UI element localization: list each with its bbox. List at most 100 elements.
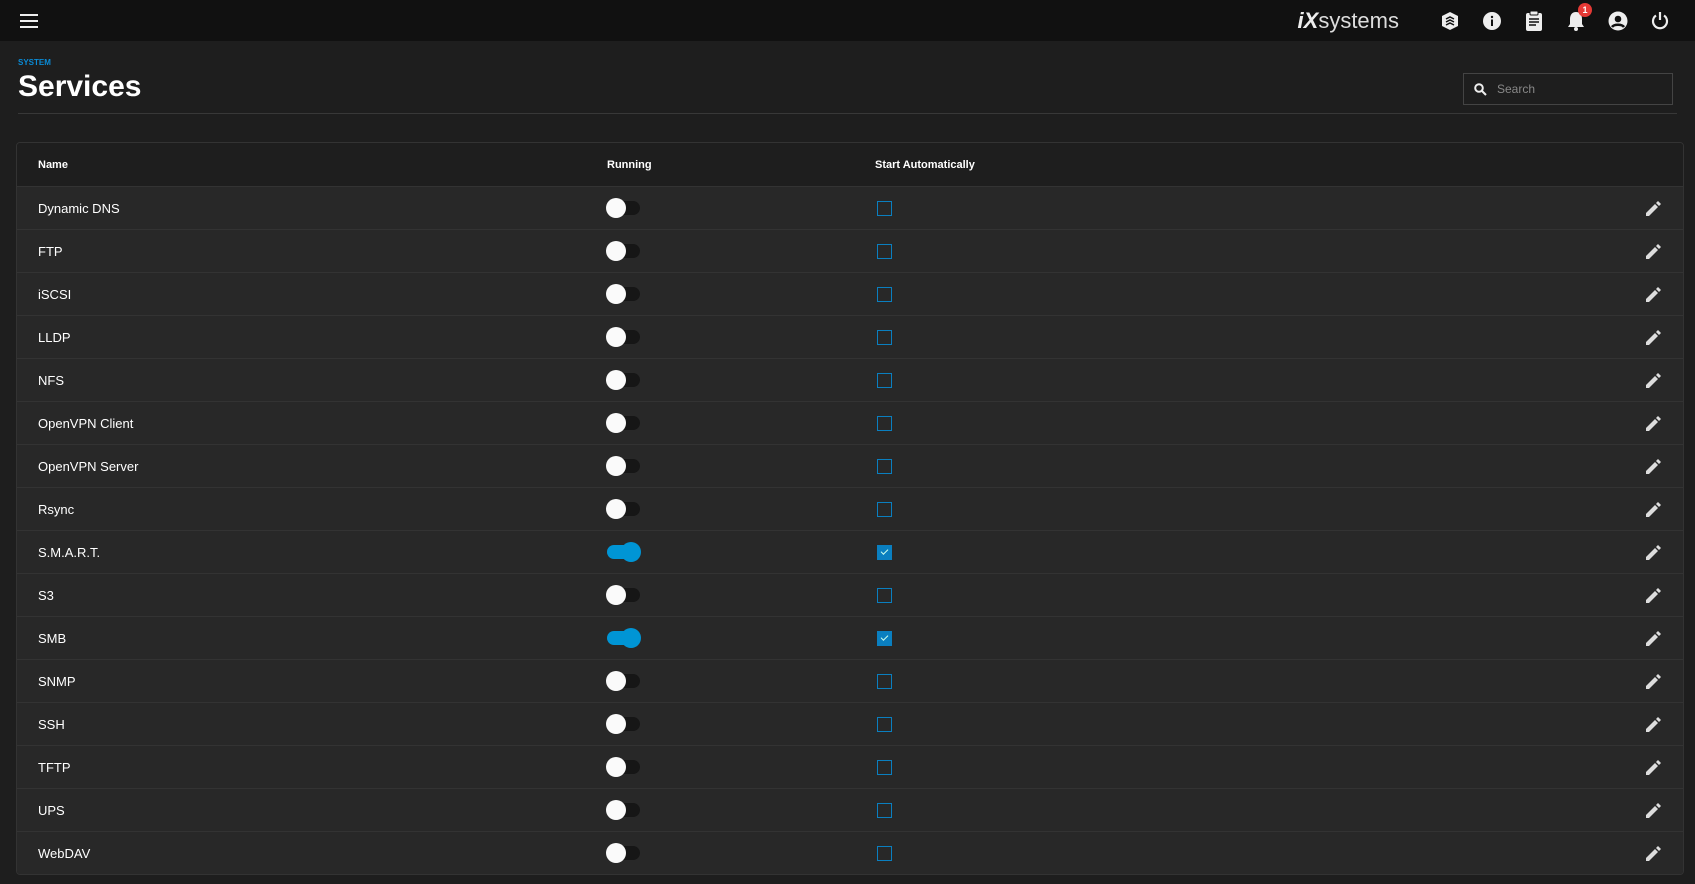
service-name: S3: [38, 587, 54, 603]
service-name: LLDP: [38, 329, 71, 345]
edit-button[interactable]: [1623, 587, 1683, 604]
start-automatically-checkbox[interactable]: [877, 415, 892, 431]
start-automatically-checkbox[interactable]: [877, 716, 892, 732]
start-automatically-checkbox[interactable]: [877, 630, 892, 646]
table-row: FTP: [17, 229, 1683, 272]
info-icon[interactable]: [1471, 0, 1513, 41]
edit-button[interactable]: [1623, 372, 1683, 389]
running-toggle[interactable]: [606, 198, 640, 218]
edit-button[interactable]: [1623, 845, 1683, 862]
table-row: LLDP: [17, 315, 1683, 358]
start-automatically-checkbox[interactable]: [877, 845, 892, 861]
toggle-knob: [606, 843, 626, 863]
toggle-knob: [606, 370, 626, 390]
toggle-knob: [606, 800, 626, 820]
table-row: Dynamic DNS: [17, 186, 1683, 229]
start-automatically-checkbox[interactable]: [877, 501, 892, 517]
start-automatically-checkbox[interactable]: [877, 673, 892, 689]
running-toggle[interactable]: [606, 757, 640, 777]
service-name: S.M.A.R.T.: [38, 544, 101, 560]
pencil-icon: [1645, 286, 1661, 302]
service-name: SNMP: [38, 673, 76, 689]
toggle-knob: [606, 198, 626, 218]
service-name: OpenVPN Client: [38, 415, 134, 431]
start-automatically-checkbox[interactable]: [877, 458, 892, 474]
running-toggle[interactable]: [606, 800, 640, 820]
start-automatically-checkbox[interactable]: [877, 544, 892, 560]
running-toggle[interactable]: [606, 370, 640, 390]
header-name[interactable]: Name: [17, 159, 607, 171]
running-toggle[interactable]: [607, 628, 641, 648]
table-row: OpenVPN Client: [17, 401, 1683, 444]
running-toggle[interactable]: [606, 456, 640, 476]
toggle-knob: [621, 628, 641, 648]
start-automatically-checkbox[interactable]: [877, 243, 892, 259]
start-automatically-checkbox[interactable]: [877, 200, 892, 216]
toggle-knob: [606, 241, 626, 261]
start-automatically-checkbox[interactable]: [877, 587, 892, 603]
running-toggle[interactable]: [606, 499, 640, 519]
menu-icon[interactable]: [20, 13, 38, 28]
header-running[interactable]: Running: [607, 159, 875, 171]
toggle-knob: [606, 456, 626, 476]
service-name: OpenVPN Server: [38, 458, 139, 474]
running-toggle[interactable]: [606, 585, 640, 605]
table-row: WebDAV: [17, 831, 1683, 874]
pencil-icon: [1645, 845, 1661, 861]
edit-button[interactable]: [1623, 458, 1683, 475]
edit-button[interactable]: [1623, 716, 1683, 733]
edit-button[interactable]: [1623, 544, 1683, 561]
pencil-icon: [1645, 200, 1661, 216]
breadcrumb[interactable]: SYSTEM: [18, 58, 51, 67]
search-input[interactable]: [1497, 82, 1667, 96]
truecommand-icon[interactable]: [1429, 0, 1471, 41]
start-automatically-checkbox[interactable]: [877, 802, 892, 818]
running-toggle[interactable]: [606, 843, 640, 863]
top-bar: iXsystems 1: [0, 0, 1695, 41]
table-row: S3: [17, 573, 1683, 616]
clipboard-icon[interactable]: [1513, 0, 1555, 41]
service-name: UPS: [38, 802, 65, 818]
account-icon[interactable]: [1597, 0, 1639, 41]
edit-button[interactable]: [1623, 802, 1683, 819]
edit-button[interactable]: [1623, 329, 1683, 346]
edit-button[interactable]: [1623, 630, 1683, 647]
ixsystems-logo[interactable]: iXsystems: [1298, 8, 1399, 34]
toggle-knob: [606, 671, 626, 691]
edit-button[interactable]: [1623, 415, 1683, 432]
page-title: Services: [18, 70, 142, 103]
toggle-knob: [606, 714, 626, 734]
running-toggle[interactable]: [606, 241, 640, 261]
edit-button[interactable]: [1623, 759, 1683, 776]
running-toggle[interactable]: [606, 714, 640, 734]
pencil-icon: [1645, 458, 1661, 474]
header-start-automatically[interactable]: Start Automatically: [875, 159, 1683, 171]
service-name: Rsync: [38, 501, 75, 517]
edit-button[interactable]: [1623, 673, 1683, 690]
search-box[interactable]: [1463, 73, 1673, 105]
running-toggle[interactable]: [606, 327, 640, 347]
edit-button[interactable]: [1623, 200, 1683, 217]
edit-button[interactable]: [1623, 286, 1683, 303]
power-icon[interactable]: [1639, 0, 1681, 41]
start-automatically-checkbox[interactable]: [877, 759, 892, 775]
notifications-icon[interactable]: 1: [1555, 0, 1597, 41]
running-toggle[interactable]: [606, 413, 640, 433]
toggle-knob: [606, 413, 626, 433]
service-name: Dynamic DNS: [38, 200, 120, 216]
pencil-icon: [1645, 587, 1661, 603]
edit-button[interactable]: [1623, 501, 1683, 518]
pencil-icon: [1645, 716, 1661, 732]
service-name: iSCSI: [38, 286, 72, 302]
running-toggle[interactable]: [606, 671, 640, 691]
notification-badge: 1: [1578, 3, 1592, 17]
toggle-knob: [606, 499, 626, 519]
start-automatically-checkbox[interactable]: [877, 372, 892, 388]
running-toggle[interactable]: [607, 542, 641, 562]
running-toggle[interactable]: [606, 284, 640, 304]
edit-button[interactable]: [1623, 243, 1683, 260]
start-automatically-checkbox[interactable]: [877, 329, 892, 345]
service-name: FTP: [38, 243, 63, 259]
start-automatically-checkbox[interactable]: [877, 286, 892, 302]
pencil-icon: [1645, 372, 1661, 388]
